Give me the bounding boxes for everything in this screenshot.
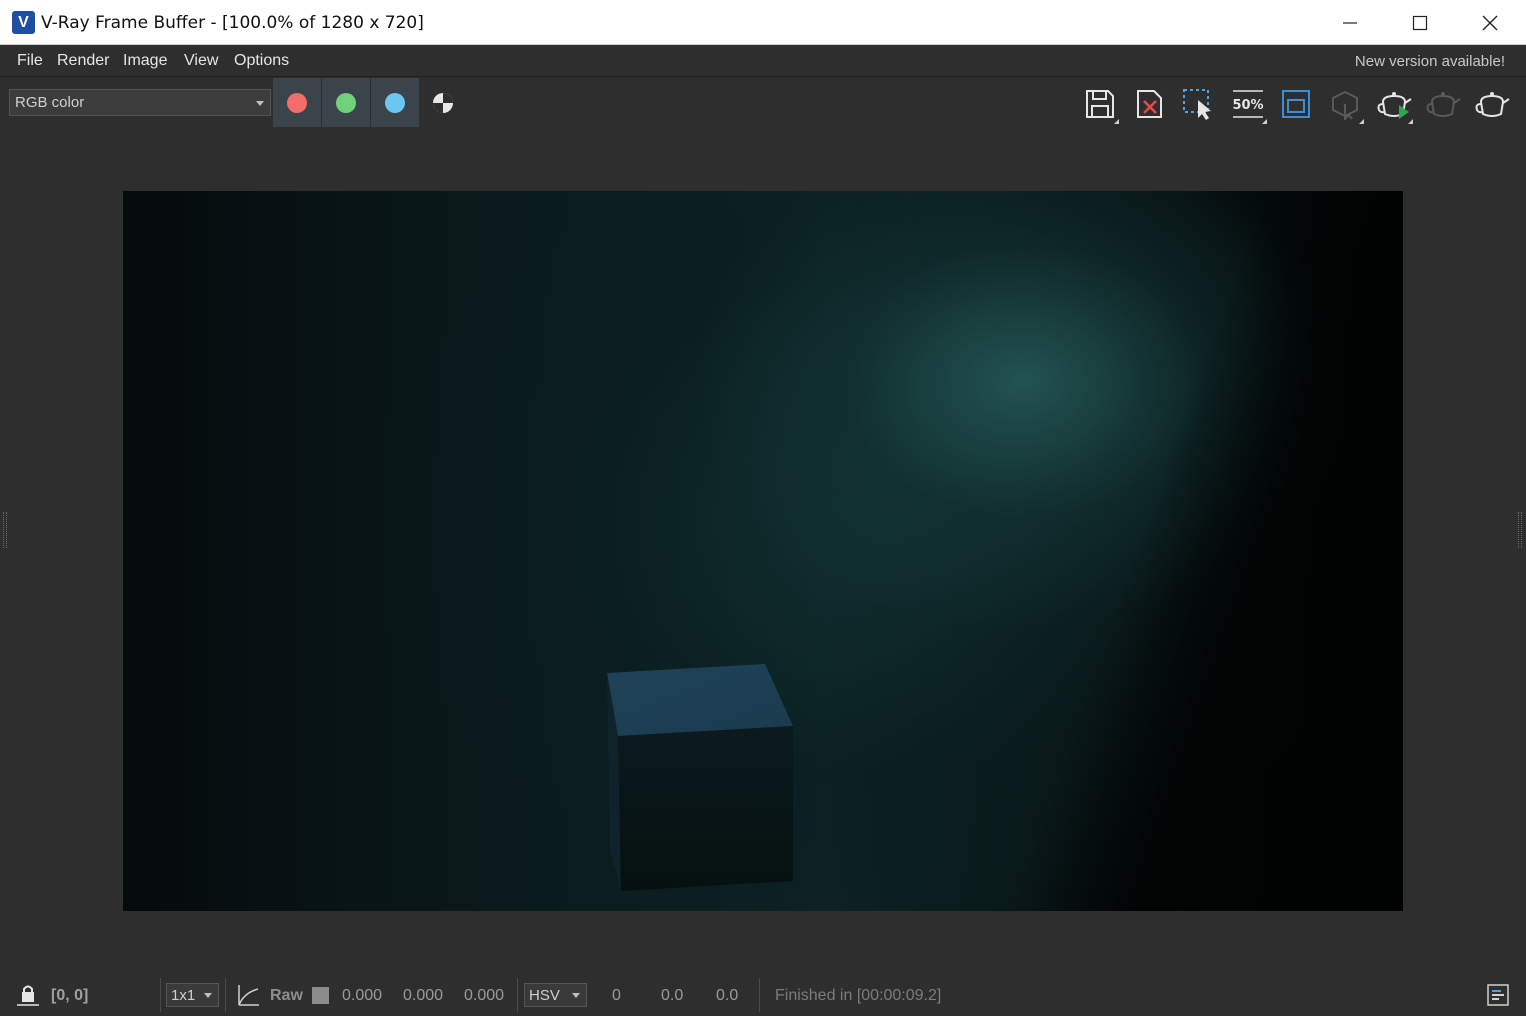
green-channel-icon: [336, 92, 356, 113]
rendered-cube: [607, 664, 793, 891]
save-icon: [1086, 90, 1114, 118]
toolbar: RGB color 50%: [0, 78, 1526, 128]
region-render-icon: [1183, 89, 1211, 120]
pixel-r-value: 0.000: [342, 987, 383, 1004]
new-version-link[interactable]: New version available!: [1355, 53, 1505, 70]
submenu-corner-icon: [1408, 119, 1413, 124]
history-icon: [1282, 90, 1310, 118]
start-render-icon: [1377, 92, 1412, 119]
zoom-50-button[interactable]: 50%: [1226, 83, 1270, 125]
hue-value: 0: [612, 987, 621, 1004]
stop-render-button[interactable]: [1421, 83, 1465, 125]
sample-size-value: 1x1: [171, 987, 196, 1004]
menu-options[interactable]: Options: [234, 52, 289, 70]
pixel-g-value: 0.000: [403, 987, 444, 1004]
green-channel-toggle[interactable]: [322, 78, 370, 127]
right-panel-grip[interactable]: [1518, 512, 1522, 548]
lock-coordinates-icon[interactable]: [16, 983, 40, 1007]
red-channel-icon: [287, 92, 307, 113]
window-title: V-Ray Frame Buffer - [100.0% of 1280 x 7…: [41, 13, 424, 33]
interactive-render-button[interactable]: [1323, 83, 1367, 125]
status-divider: [759, 978, 760, 1012]
raw-label: Raw: [270, 987, 303, 1004]
close-icon: [1482, 15, 1498, 30]
chevron-down-icon: [204, 993, 212, 998]
maximize-button[interactable]: [1385, 0, 1455, 45]
submenu-corner-icon: [1262, 119, 1267, 124]
menu-image[interactable]: Image: [123, 52, 167, 70]
color-curve-icon[interactable]: [236, 983, 260, 1007]
close-button[interactable]: [1455, 0, 1525, 45]
render-image[interactable]: [123, 191, 1403, 911]
start-render-button[interactable]: [1372, 83, 1416, 125]
minimize-icon: [1343, 21, 1357, 24]
left-panel-grip[interactable]: [3, 512, 7, 548]
vray-logo-icon: V: [12, 11, 35, 34]
menu-file[interactable]: File: [17, 52, 43, 70]
render-time-status: Finished in [00:00:09.2]: [775, 987, 942, 1004]
status-divider: [517, 978, 518, 1012]
status-divider: [225, 978, 226, 1012]
title-bar: V V-Ray Frame Buffer - [100.0% of 1280 x…: [0, 0, 1526, 45]
monochrome-icon: [433, 92, 453, 113]
saturation-value: 0.0: [661, 987, 684, 1004]
save-button[interactable]: [1078, 83, 1122, 125]
pixel-coordinates: [0, 0]: [51, 987, 89, 1004]
chevron-down-icon: [572, 993, 580, 998]
red-channel-toggle[interactable]: [273, 78, 321, 127]
submenu-corner-icon: [1114, 119, 1119, 124]
monochrome-toggle[interactable]: [421, 78, 465, 127]
color-mode-value: HSV: [529, 987, 560, 1004]
status-bar: [0, 0] 1x1 Raw 0.000 0.000 0.000 HSV 0 0…: [0, 975, 1526, 1016]
pixel-b-value: 0.000: [464, 987, 505, 1004]
render-teapot-icon: [1475, 92, 1510, 117]
color-mode-dropdown[interactable]: HSV: [524, 983, 587, 1007]
status-divider: [160, 978, 161, 1012]
stop-render-icon: [1426, 92, 1461, 117]
clear-image-button[interactable]: [1127, 83, 1171, 125]
value-value: 0.0: [716, 987, 739, 1004]
zoom-50-icon: 50%: [1232, 90, 1264, 118]
blue-channel-toggle[interactable]: [371, 78, 419, 127]
region-render-button[interactable]: [1176, 83, 1220, 125]
channel-dropdown-value: RGB color: [15, 94, 85, 111]
maximize-icon: [1412, 15, 1428, 30]
minimize-button[interactable]: [1315, 0, 1385, 45]
clear-image-icon: [1137, 90, 1162, 118]
interactive-render-icon: [1332, 90, 1358, 120]
render-teapot-button[interactable]: [1470, 83, 1514, 125]
submenu-corner-icon: [1359, 119, 1364, 124]
log-window-icon[interactable]: [1487, 984, 1509, 1006]
channel-dropdown[interactable]: RGB color: [9, 89, 271, 116]
show-history-button[interactable]: [1274, 83, 1318, 125]
pixel-color-swatch: [312, 987, 329, 1004]
menu-view[interactable]: View: [184, 52, 218, 70]
sample-size-dropdown[interactable]: 1x1: [166, 983, 219, 1007]
menu-render[interactable]: Render: [57, 52, 109, 70]
chevron-down-icon: [256, 101, 264, 106]
zoom-50-label: 50%: [1232, 98, 1263, 113]
blue-channel-icon: [385, 92, 405, 113]
menu-bar: File Render Image View Options New versi…: [0, 45, 1526, 77]
